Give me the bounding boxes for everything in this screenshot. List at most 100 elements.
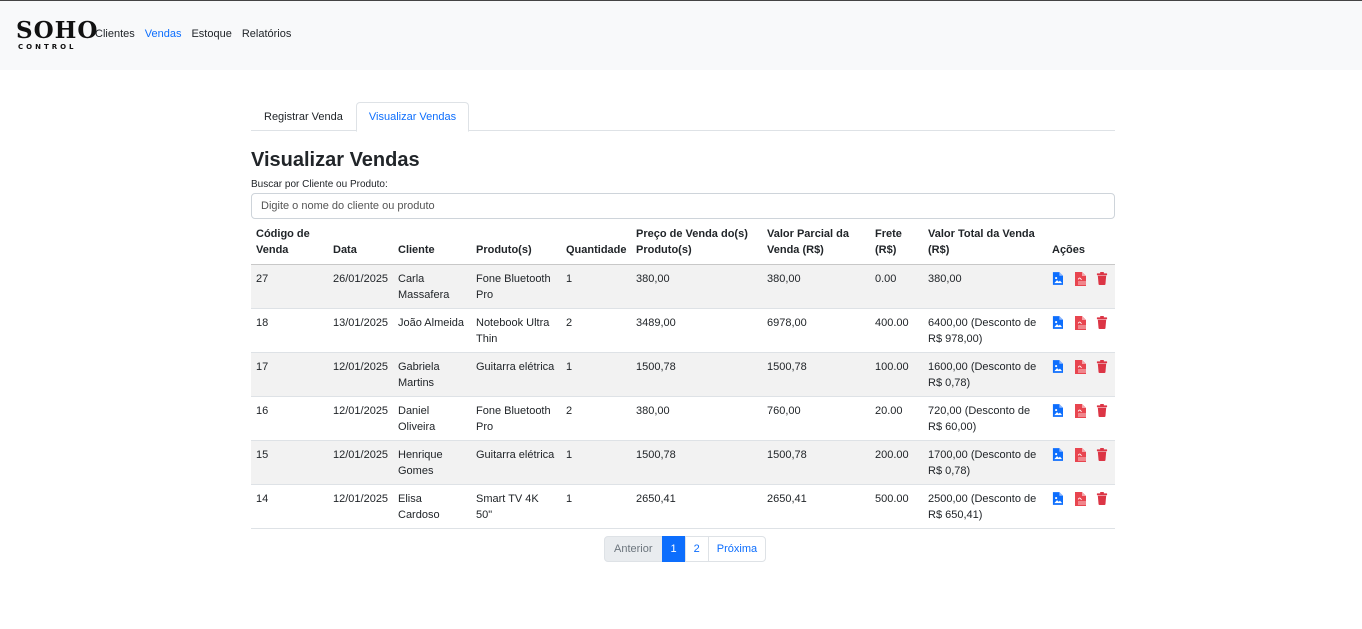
- cell-valor-parcial: 2650,41: [762, 484, 870, 529]
- table-row: 16 12/01/2025 Daniel Oliveira Fone Bluetoot…: [251, 396, 1115, 441]
- cell-data: 12/01/2025: [328, 440, 393, 485]
- export-pdf-button[interactable]: [1074, 448, 1087, 462]
- cell-cliente: João Almeida: [393, 308, 471, 353]
- view-image-button[interactable]: [1052, 404, 1065, 418]
- col-header-data: Data: [328, 222, 393, 265]
- delete-button[interactable]: [1096, 448, 1109, 462]
- delete-button[interactable]: [1096, 272, 1109, 286]
- pagination-page-1[interactable]: 1: [661, 536, 686, 562]
- view-image-button[interactable]: [1052, 448, 1065, 462]
- search-label: Buscar por Cliente ou Produto:: [251, 179, 388, 190]
- delete-button[interactable]: [1096, 360, 1109, 374]
- trash-icon: [1096, 360, 1108, 376]
- table-header-row: Código de Venda Data Cliente Produto(s) …: [251, 222, 1115, 265]
- pagination-page-2[interactable]: 2: [684, 536, 709, 562]
- col-header-quantidade: Quantidade: [561, 222, 631, 265]
- cell-codigo: 15: [251, 440, 328, 485]
- cell-valor-parcial: 760,00: [762, 396, 870, 441]
- cell-valor-total: 1700,00 (Desconto de R$ 0,78): [923, 440, 1047, 485]
- col-header-acoes: Ações: [1047, 222, 1115, 265]
- export-pdf-button[interactable]: [1074, 316, 1087, 330]
- cell-frete: 200.00: [870, 440, 923, 485]
- pdf-file-icon: [1074, 492, 1086, 509]
- cell-valor-parcial: 1500,78: [762, 440, 870, 485]
- cell-acoes: [1047, 352, 1115, 397]
- nav-link-clientes[interactable]: Clientes: [95, 28, 135, 40]
- image-file-icon: [1052, 272, 1063, 288]
- tab-registrar-venda[interactable]: Registrar Venda: [251, 102, 356, 131]
- cell-quantidade: 2: [561, 396, 631, 441]
- col-header-cliente: Cliente: [393, 222, 471, 265]
- table-body: 27 26/01/2025 Carla Massafera Fone Bluetoot…: [251, 264, 1115, 529]
- cell-acoes: [1047, 484, 1115, 529]
- nav-link-estoque[interactable]: Estoque: [191, 28, 231, 40]
- pdf-file-icon: [1074, 272, 1086, 289]
- col-header-produtos: Produto(s): [471, 222, 561, 265]
- nav-link-relatorios[interactable]: Relatórios: [242, 28, 292, 40]
- pdf-file-icon: [1074, 404, 1086, 421]
- pagination-prev[interactable]: Anterior: [604, 536, 663, 562]
- pdf-file-icon: [1074, 448, 1086, 465]
- cell-produtos: Smart TV 4K 50": [471, 484, 561, 529]
- cell-cliente: Henrique Gomes: [393, 440, 471, 485]
- export-pdf-button[interactable]: [1074, 404, 1087, 418]
- brand-logo[interactable]: SOHO CONTROL: [16, 18, 97, 54]
- pdf-file-icon: [1074, 360, 1086, 377]
- cell-preco: 2650,41: [631, 484, 762, 529]
- row-actions: [1052, 491, 1110, 506]
- col-header-codigo: Código de Venda: [251, 222, 328, 265]
- row-actions: [1052, 271, 1110, 286]
- cell-quantidade: 1: [561, 352, 631, 397]
- cell-acoes: [1047, 396, 1115, 441]
- row-actions: [1052, 315, 1110, 330]
- image-file-icon: [1052, 404, 1063, 420]
- table-row: 18 13/01/2025 João Almeida Notebook Ultra T…: [251, 308, 1115, 353]
- image-file-icon: [1052, 316, 1063, 332]
- pagination-next[interactable]: Próxima: [707, 536, 767, 562]
- cell-cliente: Elisa Cardoso: [393, 484, 471, 529]
- export-pdf-button[interactable]: [1074, 272, 1087, 286]
- cell-frete: 400.00: [870, 308, 923, 353]
- row-actions: [1052, 403, 1110, 418]
- export-pdf-button[interactable]: [1074, 492, 1087, 506]
- table-row: 27 26/01/2025 Carla Massafera Fone Bluetoot…: [251, 264, 1115, 309]
- cell-valor-total: 6400,00 (Desconto de R$ 978,00): [923, 308, 1047, 353]
- cell-valor-total: 1600,00 (Desconto de R$ 0,78): [923, 352, 1047, 397]
- cell-cliente: Gabriela Martins: [393, 352, 471, 397]
- cell-acoes: [1047, 440, 1115, 485]
- view-image-button[interactable]: [1052, 492, 1065, 506]
- navbar: SOHO CONTROL Clientes Vendas Estoque Rel…: [0, 1, 1362, 70]
- cell-data: 12/01/2025: [328, 352, 393, 397]
- delete-button[interactable]: [1096, 404, 1109, 418]
- cell-produtos: Fone Bluetooth Pro: [471, 264, 561, 309]
- cell-acoes: [1047, 308, 1115, 353]
- tab-visualizar-vendas[interactable]: Visualizar Vendas: [355, 102, 470, 132]
- cell-quantidade: 1: [561, 484, 631, 529]
- trash-icon: [1096, 272, 1108, 288]
- cell-valor-parcial: 1500,78: [762, 352, 870, 397]
- pdf-file-icon: [1074, 316, 1086, 333]
- sales-table: Código de Venda Data Cliente Produto(s) …: [251, 222, 1115, 529]
- cell-valor-parcial: 6978,00: [762, 308, 870, 353]
- cell-valor-total: 2500,00 (Desconto de R$ 650,41): [923, 484, 1047, 529]
- cell-produtos: Notebook Ultra Thin: [471, 308, 561, 353]
- view-image-button[interactable]: [1052, 316, 1065, 330]
- view-image-button[interactable]: [1052, 360, 1065, 374]
- cell-frete: 500.00: [870, 484, 923, 529]
- cell-preco: 380,00: [631, 264, 762, 309]
- brand-logo-main: SOHO: [16, 17, 99, 44]
- delete-button[interactable]: [1096, 316, 1109, 330]
- view-image-button[interactable]: [1052, 272, 1065, 286]
- tab-bar: Registrar Venda Visualizar Vendas: [251, 102, 1115, 132]
- search-input[interactable]: [251, 193, 1115, 219]
- col-header-frete: Frete (R$): [870, 222, 923, 265]
- export-pdf-button[interactable]: [1074, 360, 1087, 374]
- nav-link-vendas[interactable]: Vendas: [145, 28, 182, 40]
- main-container: Registrar Venda Visualizar Vendas Visual…: [251, 102, 1115, 529]
- trash-icon: [1096, 492, 1108, 508]
- cell-cliente: Carla Massafera: [393, 264, 471, 309]
- image-file-icon: [1052, 492, 1063, 508]
- cell-data: 12/01/2025: [328, 396, 393, 441]
- delete-button[interactable]: [1096, 492, 1109, 506]
- cell-quantidade: 1: [561, 440, 631, 485]
